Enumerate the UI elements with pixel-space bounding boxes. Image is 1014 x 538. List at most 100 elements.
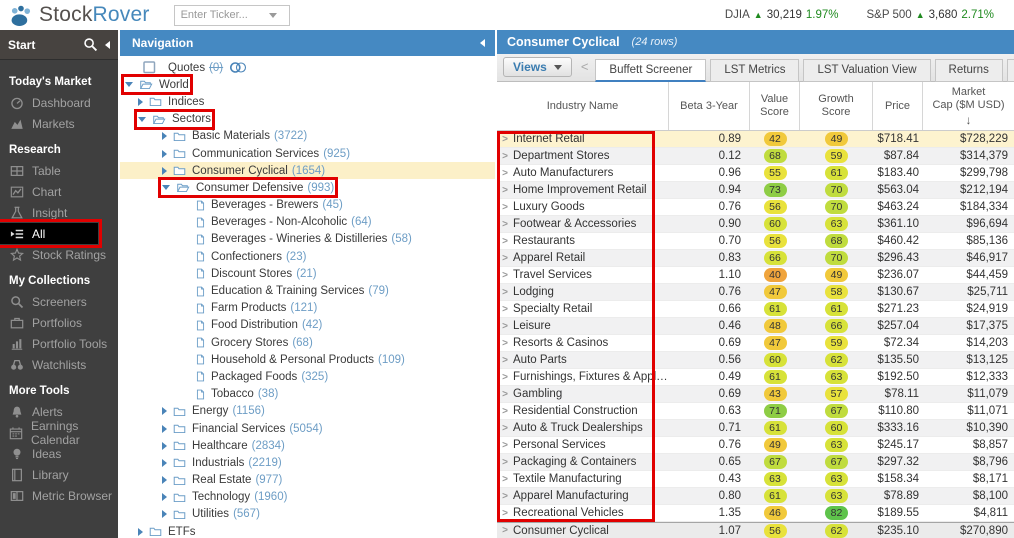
tab-returns[interactable]: Returns [934,59,1003,82]
sidebar-item-table[interactable]: Table [0,160,118,181]
row-expand-chevron-icon[interactable]: > [497,491,513,502]
sidebar-item-chart[interactable]: Chart [0,181,118,202]
row-expand-chevron-icon[interactable]: > [497,253,513,264]
tree-item-sectors[interactable]: Sectors [120,108,495,130]
row-expand-chevron-icon[interactable]: > [497,372,513,383]
row-expand-chevron-icon[interactable]: > [497,389,513,400]
row-expand-chevron-icon[interactable]: > [497,474,513,485]
collapse-navigation-icon[interactable] [480,39,485,47]
tree-item-food-distribution[interactable]: Food Distribution (42) [120,317,495,334]
table-row-luxury-goods[interactable]: > Luxury Goods 0.76 56 70 $463.24 $184,334 [497,199,1014,216]
table-row-apparel-retail[interactable]: > Apparel Retail 0.83 66 70 $296.43 $46,917 [497,250,1014,267]
tab-dividend-calendar[interactable]: Dividend Calendar [1006,59,1014,82]
tree-item-communication-services[interactable]: Communication Services (925) [120,145,495,162]
expand-arrow-icon[interactable] [162,166,167,175]
tree-item-utilities[interactable]: Utilities (567) [120,506,495,523]
tree-item-beverages-wineries-distilleries[interactable]: Beverages - Wineries & Distilleries (58) [120,231,495,248]
table-row-personal-services[interactable]: > Personal Services 0.76 49 63 $245.17 $8,857 [497,437,1014,454]
expand-arrow-icon[interactable] [162,132,167,141]
row-expand-chevron-icon[interactable]: > [497,219,513,230]
row-expand-chevron-icon[interactable]: > [497,440,513,451]
expand-arrow-icon[interactable] [138,527,143,536]
tree-item-farm-products[interactable]: Farm Products (121) [120,300,495,317]
sidebar-item-dashboard[interactable]: Dashboard [0,92,118,113]
tree-item-etfs[interactable]: ETFs [120,523,495,538]
ticker-dropdown-arrow-icon[interactable] [268,12,277,18]
column-header-price[interactable]: Price [873,82,923,130]
row-expand-chevron-icon[interactable]: > [497,525,513,536]
sidebar-item-all[interactable]: All [0,219,102,248]
tree-item-consumer-cyclical[interactable]: Consumer Cyclical (1654) [120,162,495,180]
row-expand-chevron-icon[interactable]: > [497,304,513,315]
tree-item-real-estate[interactable]: Real Estate (977) [120,472,495,489]
quotes-toggle-icon[interactable] [229,61,247,74]
column-header-value-score[interactable]: Value Score [750,82,800,130]
expand-arrow-icon[interactable] [162,407,167,416]
tree-item-technology[interactable]: Technology (1960) [120,489,495,506]
tab-lst-valuation-view[interactable]: LST Valuation View [803,59,931,82]
ticker-search-box[interactable] [173,4,290,26]
row-expand-chevron-icon[interactable]: > [497,202,513,213]
table-row-home-improvement-retail[interactable]: > Home Improvement Retail 0.94 73 70 $563.04 $… [497,182,1014,199]
expand-arrow-icon[interactable] [162,424,167,433]
tab-lst-metrics[interactable]: LST Metrics [710,59,800,82]
table-row-consumer-cyclical[interactable]: > Consumer Cyclical 1.07 56 62 $235.10 $270,89… [497,522,1014,538]
tree-item-grocery-stores[interactable]: Grocery Stores (68) [120,334,495,351]
table-row-restaurants[interactable]: > Restaurants 0.70 56 68 $460.42 $85,136 [497,233,1014,250]
table-row-packaging-containers[interactable]: > Packaging & Containers 0.65 67 67 $297.32 $8… [497,454,1014,471]
table-row-residential-construction[interactable]: > Residential Construction 0.63 71 67 $110.80… [497,403,1014,420]
table-row-auto-truck-dealerships[interactable]: > Auto & Truck Dealerships 0.71 61 60 $333.16… [497,420,1014,437]
row-expand-chevron-icon[interactable]: > [497,355,513,366]
row-expand-chevron-icon[interactable]: > [497,321,513,332]
table-row-auto-manufacturers[interactable]: > Auto Manufacturers 0.96 55 61 $183.40 $299,7… [497,165,1014,182]
expand-arrow-icon[interactable] [162,458,167,467]
row-expand-chevron-icon[interactable]: > [497,151,513,162]
tree-item-tobacco[interactable]: Tobacco (38) [120,386,495,403]
tree-item-education-training-services[interactable]: Education & Training Services (79) [120,282,495,299]
table-row-footwear-accessories[interactable]: > Footwear & Accessories 0.90 60 63 $361.10 $9… [497,216,1014,233]
sidebar-item-metric-browser[interactable]: Metric Browser [0,485,118,506]
row-expand-chevron-icon[interactable]: > [497,270,513,281]
checkbox-icon[interactable] [143,61,156,74]
table-row-recreational-vehicles[interactable]: > Recreational Vehicles 1.35 46 82 $189.55 $4,… [497,505,1014,522]
row-expand-chevron-icon[interactable]: > [497,423,513,434]
table-row-textile-manufacturing[interactable]: > Textile Manufacturing 0.43 63 63 $158.34 $8,… [497,471,1014,488]
row-expand-chevron-icon[interactable]: > [497,168,513,179]
tree-item-packaged-foods[interactable]: Packaged Foods (325) [120,368,495,385]
row-expand-chevron-icon[interactable]: > [497,457,513,468]
ticker-input[interactable] [174,9,261,21]
column-header-market-cap-m-usd[interactable]: Market Cap ($M USD) ↓ [923,82,1014,130]
sidebar-item-earnings-calendar[interactable]: Earnings Calendar [0,419,118,447]
expand-arrow-icon[interactable] [162,510,167,519]
column-header-industry-name[interactable]: Industry Name [497,82,669,130]
expand-arrow-icon[interactable] [162,476,167,485]
sidebar-item-library[interactable]: Library [0,464,118,485]
collapse-arrow-icon[interactable] [125,82,133,88]
row-expand-chevron-icon[interactable]: > [497,134,513,145]
table-row-gambling[interactable]: > Gambling 0.69 43 57 $78.11 $11,079 [497,386,1014,403]
views-button[interactable]: Views [503,57,572,77]
table-row-leisure[interactable]: > Leisure 0.46 48 66 $257.04 $17,375 [497,318,1014,335]
table-row-lodging[interactable]: > Lodging 0.76 47 58 $130.67 $25,711 [497,284,1014,301]
sidebar-item-watchlists[interactable]: Watchlists [0,354,118,375]
table-row-specialty-retail[interactable]: > Specialty Retail 0.66 61 61 $271.23 $24,919 [497,301,1014,318]
tree-item-industrials[interactable]: Industrials (2219) [120,454,495,471]
stockrover-logo[interactable]: Stock Rover [8,3,150,28]
tree-item-beverages-brewers[interactable]: Beverages - Brewers (45) [120,197,495,214]
sidebar-item-markets[interactable]: Markets [0,113,118,134]
tree-item-indices[interactable]: Indices [120,93,495,110]
scroll-tabs-left-icon[interactable]: < [581,59,589,74]
collapse-arrow-icon[interactable] [162,185,170,191]
tab-buffett-screener[interactable]: Buffett Screener [595,59,707,82]
search-icon[interactable] [83,37,98,52]
tree-item-confectioners[interactable]: Confectioners (23) [120,248,495,265]
sort-descending-icon[interactable]: ↓ [966,114,972,126]
sidebar-item-portfolio-tools[interactable]: Portfolio Tools [0,333,118,354]
row-expand-chevron-icon[interactable]: > [497,338,513,349]
tree-item-basic-materials[interactable]: Basic Materials (3722) [120,128,495,145]
row-expand-chevron-icon[interactable]: > [497,508,513,519]
tree-item-world[interactable]: World [120,74,495,96]
tree-item-healthcare[interactable]: Healthcare (2834) [120,437,495,454]
table-row-resorts-casinos[interactable]: > Resorts & Casinos 0.69 47 59 $72.34 $14,203 [497,335,1014,352]
tree-item-household-personal-products[interactable]: Household & Personal Products (109) [120,351,495,368]
